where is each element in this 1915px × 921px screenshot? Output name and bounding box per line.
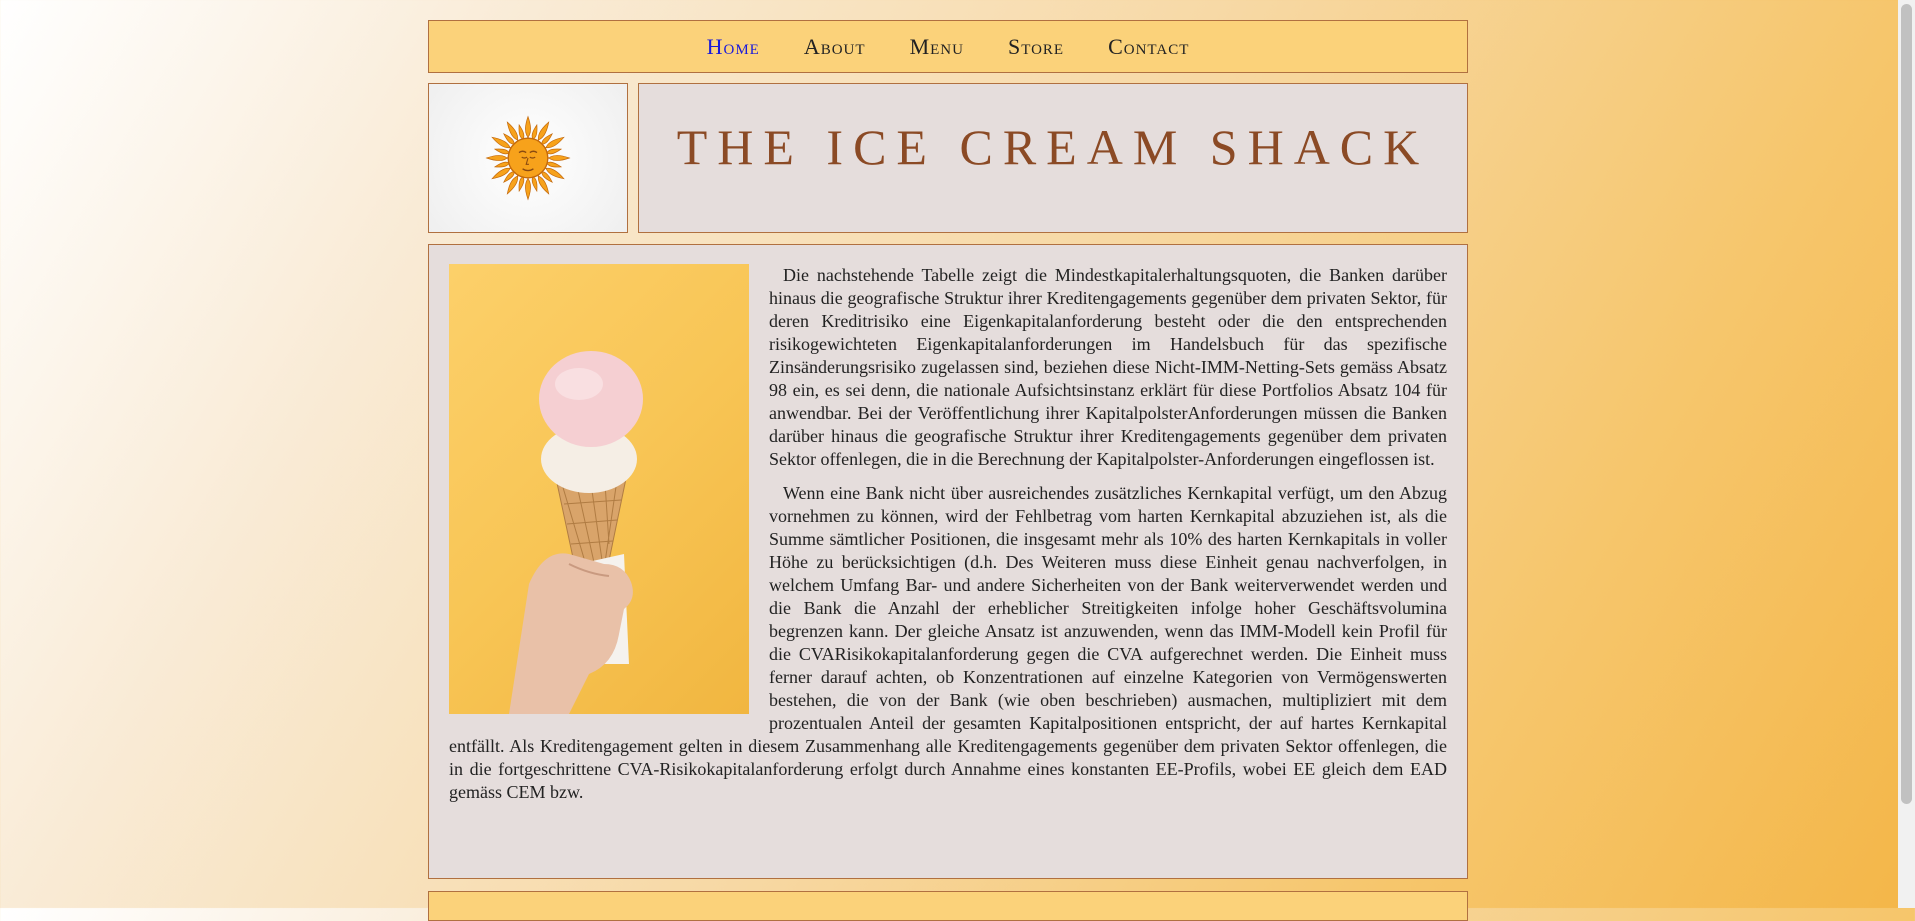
- nav-home[interactable]: Home: [707, 34, 760, 60]
- site-title: THE ICE CREAM SHACK: [676, 119, 1430, 175]
- page-container: Home About Menu Store Contact THE ICE CR…: [428, 20, 1468, 879]
- nav-contact[interactable]: Contact: [1108, 34, 1189, 60]
- vertical-scrollbar[interactable]: [1898, 0, 1915, 908]
- ice-cream-cone-photo: [449, 264, 749, 714]
- scrollbar-thumb[interactable]: [1901, 4, 1912, 804]
- header: THE ICE CREAM SHACK: [428, 83, 1468, 233]
- sun-ray: [524, 176, 532, 201]
- main-content: Die nachstehende Tabelle zeigt die Minde…: [428, 244, 1468, 879]
- footer-bar: [428, 891, 1468, 921]
- sun-ray: [485, 154, 510, 162]
- sun-icon: [485, 115, 571, 201]
- nav-store[interactable]: Store: [1008, 34, 1064, 60]
- logo-box: [428, 83, 628, 233]
- title-box: THE ICE CREAM SHACK: [638, 83, 1468, 233]
- sun-ray: [546, 154, 571, 162]
- top-navigation: Home About Menu Store Contact: [428, 20, 1468, 73]
- sun-ray: [524, 115, 532, 140]
- nav-menu[interactable]: Menu: [910, 34, 964, 60]
- nav-about[interactable]: About: [804, 34, 866, 60]
